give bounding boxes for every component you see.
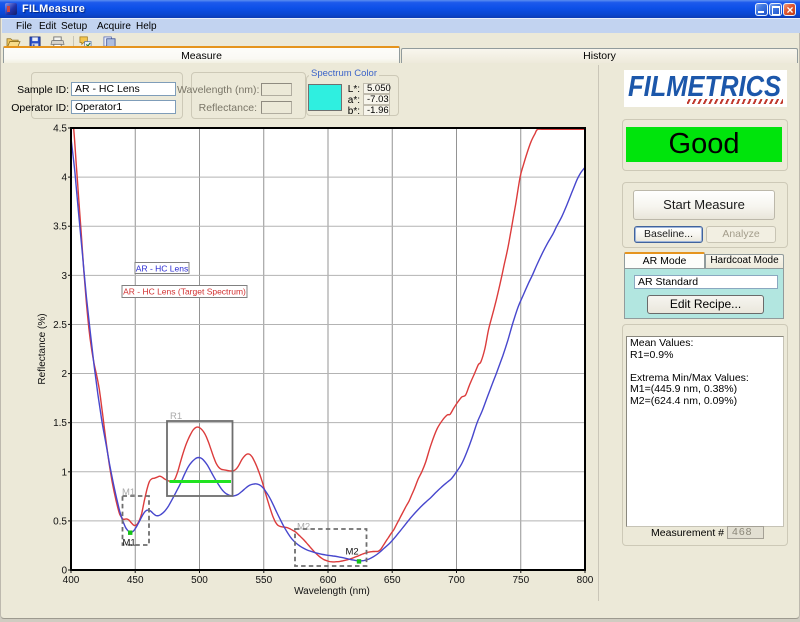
svg-text:0.5: 0.5 — [53, 516, 67, 527]
svg-text:400: 400 — [63, 575, 80, 586]
svg-text:4: 4 — [61, 173, 67, 184]
svg-text:550: 550 — [255, 575, 272, 586]
svg-text:M1: M1 — [123, 538, 136, 549]
svg-text:Wavelength (nm): Wavelength (nm) — [294, 586, 370, 597]
svg-text:500: 500 — [191, 575, 208, 586]
svg-text:AR - HC Lens: AR - HC Lens — [136, 264, 188, 274]
svg-text:M2: M2 — [346, 547, 359, 558]
svg-text:Reflectance (%): Reflectance (%) — [37, 313, 48, 384]
svg-text:1: 1 — [61, 467, 67, 478]
svg-text:3: 3 — [61, 271, 67, 282]
svg-text:450: 450 — [127, 575, 144, 586]
svg-text:800: 800 — [577, 575, 594, 586]
svg-text:700: 700 — [448, 575, 465, 586]
svg-text:0: 0 — [61, 566, 67, 577]
svg-text:M2: M2 — [297, 522, 310, 533]
svg-text:650: 650 — [384, 575, 401, 586]
svg-text:1.5: 1.5 — [53, 418, 67, 429]
svg-text:2: 2 — [61, 369, 67, 380]
svg-text:2.5: 2.5 — [53, 320, 67, 331]
svg-text:AR - HC Lens (Target Spectrum): AR - HC Lens (Target Spectrum) — [123, 287, 246, 297]
svg-text:750: 750 — [512, 575, 529, 586]
svg-text:3.5: 3.5 — [53, 222, 67, 233]
svg-text:4.5: 4.5 — [53, 124, 67, 135]
svg-text:600: 600 — [320, 575, 337, 586]
